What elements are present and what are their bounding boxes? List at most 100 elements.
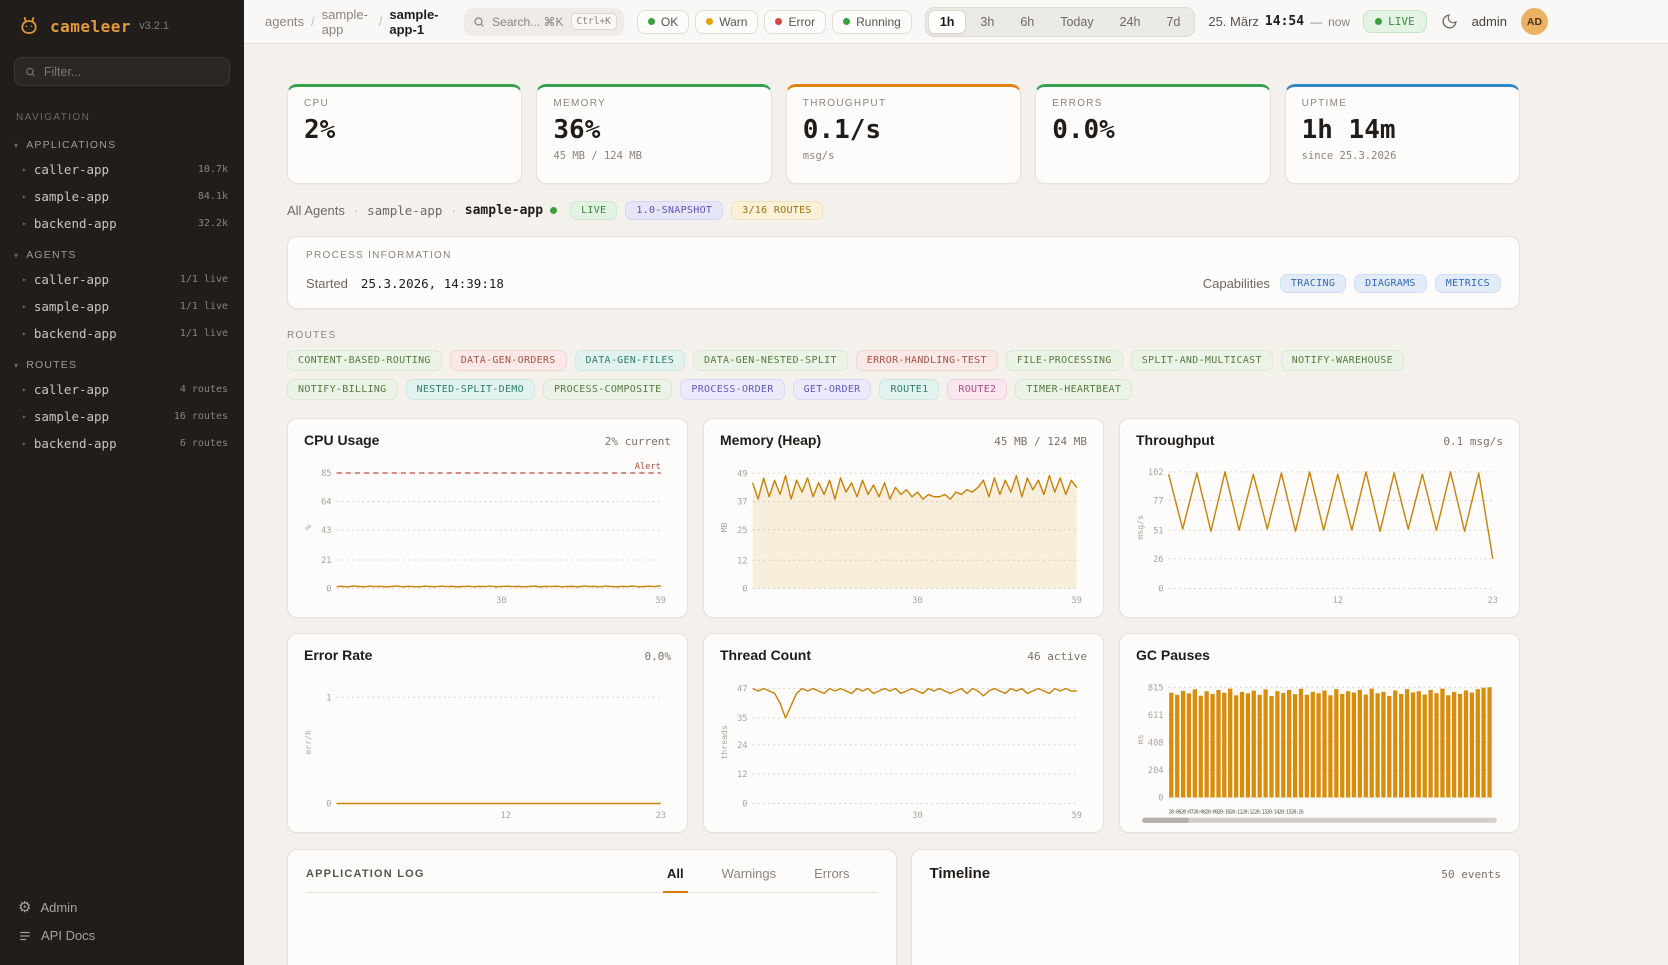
sidebar-section-applications[interactable]: ▾APPLICATIONS xyxy=(0,127,244,156)
svg-text:30: 30 xyxy=(912,596,922,606)
time-range-1h[interactable]: 1h xyxy=(928,10,967,34)
time-range-6h[interactable]: 6h xyxy=(1008,10,1046,34)
route-chip-data-gen-nested-split[interactable]: DATA-GEN-NESTED-SPLIT xyxy=(693,350,848,371)
sidebar-item-label: backend-app xyxy=(34,436,117,451)
route-chip-nested-split-demo[interactable]: NESTED-SPLIT-DEMO xyxy=(406,379,535,400)
sidebar-item-applications-caller-app[interactable]: ▸caller-app10.7k xyxy=(0,156,244,183)
route-chip-notify-billing[interactable]: NOTIFY-BILLING xyxy=(287,379,398,400)
route-chip-route2[interactable]: ROUTE2 xyxy=(947,379,1007,400)
breadcrumb-item-sample-app[interactable]: sample-app xyxy=(322,7,372,37)
route-chip-notify-warehouse[interactable]: NOTIFY-WAREHOUSE xyxy=(1281,350,1404,371)
svg-text:35: 35 xyxy=(737,714,747,724)
stat-card-errors: ERRORS 0.0% xyxy=(1035,84,1270,184)
route-chip-route1[interactable]: ROUTE1 xyxy=(879,379,939,400)
agent-crumb-current[interactable]: sample-app xyxy=(465,203,557,218)
global-search[interactable]: Search... ⌘K Ctrl+K xyxy=(464,8,624,36)
status-filter-warn[interactable]: Warn xyxy=(695,10,758,34)
chart-plot: 4937251203059MB xyxy=(720,456,1087,609)
status-filter-label: OK xyxy=(661,15,678,29)
status-filter-running[interactable]: Running xyxy=(832,10,912,34)
live-indicator[interactable]: LIVE xyxy=(1363,10,1427,33)
capability-badge-metrics: METRICS xyxy=(1435,274,1501,293)
chart-card-cpu-usage: CPU Usage 2% current 8564432103059%Alert xyxy=(287,418,688,618)
time-window-label[interactable]: 25. März 14:54 — now xyxy=(1208,14,1350,29)
route-chip-data-gen-files[interactable]: DATA-GEN-FILES xyxy=(575,350,686,371)
route-chip-process-composite[interactable]: PROCESS-COMPOSITE xyxy=(543,379,672,400)
time-range-24h[interactable]: 24h xyxy=(1108,10,1153,34)
search-icon xyxy=(25,66,36,78)
dark-mode-toggle[interactable] xyxy=(1441,13,1458,30)
sidebar-section-routes[interactable]: ▾ROUTES xyxy=(0,347,244,376)
route-chip-content-based-routing[interactable]: CONTENT-BASED-ROUTING xyxy=(287,350,442,371)
footer-item-label: API Docs xyxy=(41,928,95,943)
header-right-cluster: LIVE admin AD xyxy=(1363,8,1548,35)
moon-icon xyxy=(1441,13,1458,30)
agent-crumb-all-agents[interactable]: All Agents xyxy=(287,203,345,218)
cameleer-logo-icon xyxy=(16,13,42,39)
breadcrumb-item-agents[interactable]: agents xyxy=(265,14,304,29)
avatar[interactable]: AD xyxy=(1521,8,1548,35)
route-chip-error-handling-test[interactable]: ERROR-HANDLING-TEST xyxy=(856,350,998,371)
route-chip-get-order[interactable]: GET-ORDER xyxy=(793,379,872,400)
svg-text:23: 23 xyxy=(656,811,666,821)
chart-card-gc-pauses: GC Pauses 8156114082040ms20:0620:0720:08… xyxy=(1119,633,1520,833)
route-chip-file-processing[interactable]: FILE-PROCESSING xyxy=(1006,350,1123,371)
log-tab-errors[interactable]: Errors xyxy=(810,866,853,893)
stat-sub: msg/s xyxy=(803,150,1004,162)
footer-item-label: Admin xyxy=(40,900,77,915)
svg-text:0: 0 xyxy=(1158,585,1163,595)
sidebar-item-label: backend-app xyxy=(34,326,117,341)
status-dot xyxy=(648,18,655,25)
sidebar-item-badge: 16 routes xyxy=(174,411,228,422)
svg-text:77: 77 xyxy=(1153,497,1163,507)
time-range-3h[interactable]: 3h xyxy=(968,10,1006,34)
log-tab-all[interactable]: All xyxy=(663,866,688,893)
status-filter-ok[interactable]: OK xyxy=(637,10,689,34)
agent-crumb-sample-app[interactable]: sample-app xyxy=(367,203,442,218)
route-chip-process-order[interactable]: PROCESS-ORDER xyxy=(680,379,784,400)
sidebar-item-agents-sample-app[interactable]: ▸sample-app1/1 live xyxy=(0,293,244,320)
chart-card-memory-heap: Memory (Heap) 45 MB / 124 MB 49372512030… xyxy=(703,418,1104,618)
section-label: APPLICATIONS xyxy=(26,139,116,151)
sidebar-item-applications-sample-app[interactable]: ▸sample-app84.1k xyxy=(0,183,244,210)
sidebar-item-badge: 6 routes xyxy=(180,438,228,449)
sidebar-section-agents[interactable]: ▾AGENTS xyxy=(0,237,244,266)
svg-text:0: 0 xyxy=(742,799,747,809)
chart-current-value: 45 MB / 124 MB xyxy=(994,435,1087,448)
sidebar-item-agents-caller-app[interactable]: ▸caller-app1/1 live xyxy=(0,266,244,293)
time-range-today[interactable]: Today xyxy=(1048,10,1105,34)
agent-badge-1-0-snapshot: 1.0-SNAPSHOT xyxy=(625,201,723,220)
status-dot xyxy=(775,18,782,25)
process-info-title: PROCESS INFORMATION xyxy=(306,250,1501,261)
svg-text:Alert: Alert xyxy=(635,462,661,472)
sidebar-item-routes-sample-app[interactable]: ▸sample-app16 routes xyxy=(0,403,244,430)
route-chip-split-and-multicast[interactable]: SPLIT-AND-MULTICAST xyxy=(1131,350,1273,371)
chart-title: GC Pauses xyxy=(1136,647,1210,663)
search-icon xyxy=(473,16,485,28)
started-value: 25.3.2026, 14:39:18 xyxy=(361,276,504,291)
time-range-7d[interactable]: 7d xyxy=(1154,10,1192,34)
sidebar-item-routes-caller-app[interactable]: ▸caller-app4 routes xyxy=(0,376,244,403)
gear-icon: ⚙ xyxy=(18,900,31,915)
sidebar-footer: ⚙ Admin API Docs xyxy=(0,888,244,965)
status-filter-error[interactable]: Error xyxy=(764,10,826,34)
log-tab-warnings[interactable]: Warnings xyxy=(718,866,780,893)
sidebar-footer-api-docs[interactable]: API Docs xyxy=(18,928,226,943)
svg-text:25: 25 xyxy=(737,526,747,536)
svg-text:1: 1 xyxy=(326,693,331,703)
sidebar-filter[interactable] xyxy=(14,57,230,86)
route-chip-timer-heartbeat[interactable]: TIMER-HEARTBEAT xyxy=(1015,379,1132,400)
filter-input[interactable] xyxy=(44,65,219,79)
svg-text:59: 59 xyxy=(1072,596,1082,606)
sidebar-item-routes-backend-app[interactable]: ▸backend-app6 routes xyxy=(0,430,244,457)
breadcrumb-item-sample-app-1[interactable]: sample-app-1 xyxy=(389,7,451,37)
svg-text:msg/s: msg/s xyxy=(1136,515,1145,540)
sidebar-item-applications-backend-app[interactable]: ▸backend-app32.2k xyxy=(0,210,244,237)
sidebar-footer-admin[interactable]: ⚙ Admin xyxy=(18,900,226,915)
stat-sub: since 25.3.2026 xyxy=(1302,150,1503,162)
svg-text:37: 37 xyxy=(737,498,747,508)
log-tabs: All Warnings Errors xyxy=(663,866,853,892)
svg-text:0: 0 xyxy=(742,585,747,595)
route-chip-data-gen-orders[interactable]: DATA-GEN-ORDERS xyxy=(450,350,567,371)
sidebar-item-agents-backend-app[interactable]: ▸backend-app1/1 live xyxy=(0,320,244,347)
